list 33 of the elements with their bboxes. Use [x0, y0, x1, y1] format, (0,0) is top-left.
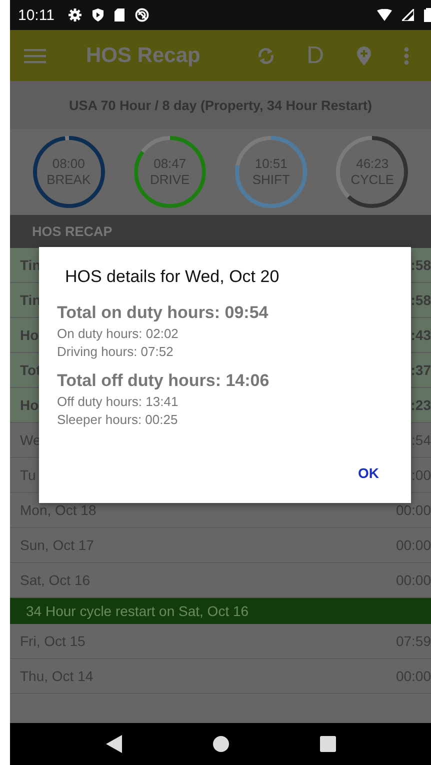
row-value: :43	[410, 327, 431, 343]
total-hours: Total on duty hours: 09:54	[57, 303, 270, 323]
row-value: :37	[410, 362, 431, 378]
screen-title: HOS Recap	[86, 44, 200, 68]
back-icon[interactable]	[106, 735, 122, 753]
detail-hours: Sleeper hours: 00:25	[57, 411, 179, 429]
row-value: :58	[410, 257, 431, 273]
ok-button[interactable]: OK	[344, 457, 393, 489]
sd-card-icon	[114, 8, 126, 22]
gear-icon	[68, 8, 82, 22]
battery-icon	[424, 8, 431, 22]
row-value: :58	[410, 292, 431, 308]
dialog-title: HOS details for Wed, Oct 20	[64, 267, 280, 287]
restart-banner: 34 Hour cycle restart on Sat, Oct 16	[10, 598, 431, 624]
total-hours: Total off duty hours: 14:06	[57, 371, 270, 391]
circle-icon	[135, 8, 150, 22]
shield-icon	[92, 8, 104, 22]
row-label: Ho	[20, 327, 39, 343]
add-location-button[interactable]	[356, 46, 372, 66]
row-label: Ho	[20, 397, 39, 413]
detail-hours: Off duty hours: 13:41	[57, 393, 180, 411]
menu-button[interactable]	[24, 48, 46, 64]
more-options-button[interactable]	[404, 46, 409, 64]
row-value: :23	[410, 397, 431, 413]
sync-button[interactable]	[256, 46, 275, 66]
home-icon[interactable]	[212, 736, 228, 752]
wifi-icon	[377, 9, 392, 21]
detail-hours: Driving hours: 07:52	[57, 343, 174, 361]
signal-icon	[402, 9, 414, 21]
detail-hours: On duty hours: 02:02	[57, 325, 180, 343]
status-time: 10:11	[18, 6, 54, 24]
recents-icon[interactable]	[320, 736, 336, 752]
section-header: HOS RECAP	[10, 215, 431, 248]
